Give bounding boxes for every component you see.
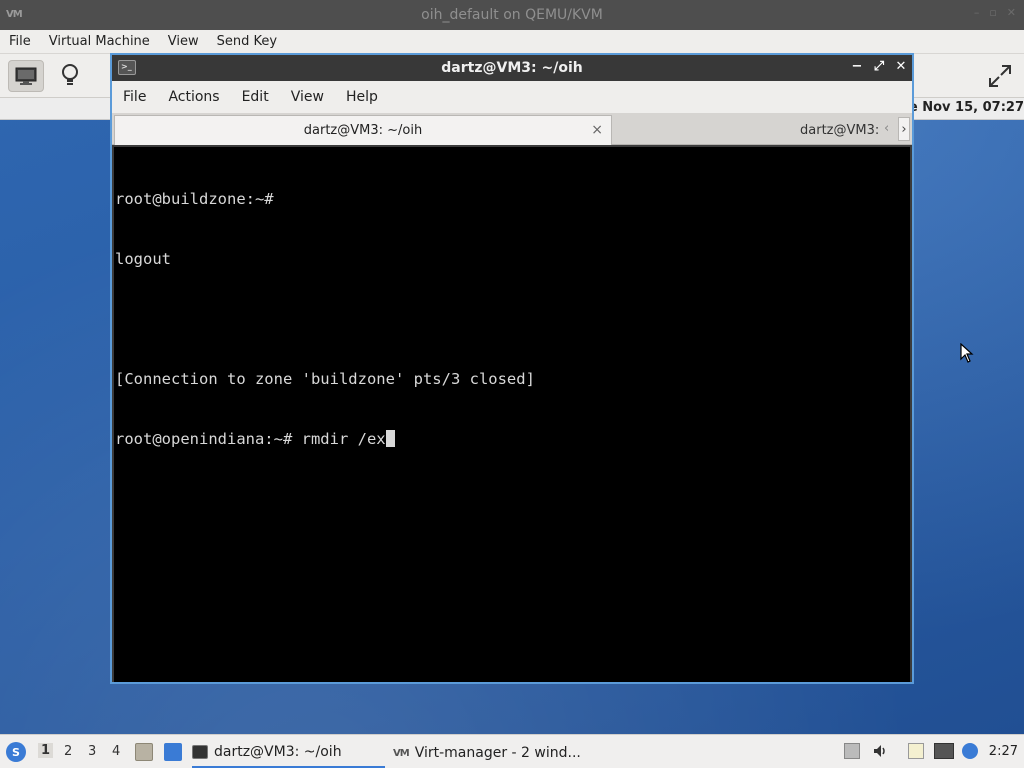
terminal-menubar: File Actions Edit View Help [112, 81, 912, 113]
details-view-button[interactable] [52, 60, 88, 92]
host-menu-file[interactable]: File [0, 34, 40, 49]
tab-close-icon[interactable]: × [591, 122, 603, 138]
clipboard-icon[interactable] [908, 743, 924, 759]
tab-label: dartz@VM3: ~/oih [800, 122, 880, 138]
maximize-icon[interactable]: ▫ [989, 6, 996, 19]
chevron-left-icon[interactable]: ‹ [884, 121, 889, 136]
terminal-icon [192, 745, 208, 759]
close-icon[interactable]: ✕ [1007, 6, 1016, 19]
minimize-icon[interactable]: − [850, 60, 864, 74]
task-terminal[interactable]: dartz@VM3: ~/oih [192, 738, 385, 768]
taskbar-clock: 2:27 [988, 744, 1018, 759]
task-label: dartz@VM3: ~/oih [214, 744, 342, 760]
chevron-right-icon[interactable]: › [898, 117, 910, 141]
host-window-title: oih_default on QEMU/KVM [421, 7, 603, 23]
workspace-4[interactable]: 4 [112, 744, 120, 759]
notification-icon[interactable] [844, 743, 860, 759]
terminal-line: logout [115, 250, 171, 268]
close-icon[interactable]: ✕ [894, 60, 908, 74]
maximize-icon[interactable]: ⤢ [872, 60, 886, 74]
console-view-button[interactable] [8, 60, 44, 92]
terminal-menu-edit[interactable]: Edit [231, 89, 280, 105]
text-cursor [385, 430, 395, 447]
virt-manager-logo-icon: VM [6, 9, 23, 20]
terminal-line: root@buildzone:~# [115, 190, 274, 208]
terminal-menu-view[interactable]: View [280, 89, 335, 105]
host-menubar: File Virtual Machine View Send Key [0, 30, 1024, 54]
workspace-3[interactable]: 3 [88, 744, 96, 759]
workspace-2[interactable]: 2 [64, 744, 72, 759]
terminal-current-command: root@openindiana:~# rmdir /ex [115, 430, 386, 448]
guest-panel-clock: e Nov 15, 07:27 [908, 100, 1024, 115]
terminal-line: [Connection to zone 'buildzone' pts/3 cl… [115, 370, 535, 388]
host-menu-view[interactable]: View [159, 34, 208, 49]
fullscreen-button[interactable] [982, 60, 1018, 92]
volume-icon[interactable] [872, 743, 888, 759]
task-label: Virt-manager - 2 wind... [414, 745, 581, 761]
host-titlebar: VM oih_default on QEMU/KVM – ▫ ✕ [0, 0, 1024, 30]
host-menu-send-key[interactable]: Send Key [208, 34, 286, 49]
terminal-tab-active[interactable]: dartz@VM3: ~/oih × [114, 115, 612, 145]
fullscreen-icon [989, 65, 1011, 87]
network-icon[interactable] [934, 743, 954, 759]
terminal-menu-help[interactable]: Help [335, 89, 389, 105]
task-virt-manager[interactable]: VM Virt-manager - 2 wind... [393, 738, 593, 768]
show-desktop-icon[interactable] [164, 743, 182, 761]
host-menu-virtual-machine[interactable]: Virtual Machine [40, 34, 159, 49]
start-menu-icon[interactable]: S [6, 742, 26, 762]
minimize-icon[interactable]: – [974, 6, 980, 19]
monitor-icon [15, 67, 37, 85]
terminal-output[interactable]: root@buildzone:~# logout [Connection to … [114, 147, 910, 682]
workspace-1[interactable]: 1 [38, 743, 54, 758]
tab-label: dartz@VM3: ~/oih [303, 123, 423, 138]
terminal-window: >_ dartz@VM3: ~/oih − ⤢ ✕ File Actions E… [110, 53, 914, 684]
terminal-titlebar[interactable]: >_ dartz@VM3: ~/oih − ⤢ ✕ [112, 55, 912, 81]
terminal-app-icon: >_ [118, 60, 136, 75]
terminal-prompt-line: root@openindiana:~# rmdir /ex [115, 429, 910, 449]
terminal-tab-inactive[interactable]: dartz@VM3: ~/oih [614, 115, 884, 145]
updates-icon[interactable] [962, 743, 978, 759]
host-window-controls: – ▫ ✕ [974, 6, 1016, 19]
virt-manager-icon: VM [393, 747, 410, 759]
mouse-pointer-icon [960, 343, 974, 363]
terminal-window-title: dartz@VM3: ~/oih [441, 60, 583, 76]
terminal-tab-bar: dartz@VM3: ~/oih × dartz@VM3: ~/oih ‹ › [112, 113, 912, 145]
terminal-menu-actions[interactable]: Actions [157, 89, 230, 105]
terminal-window-controls: − ⤢ ✕ [850, 60, 908, 74]
lightbulb-icon [62, 64, 78, 85]
file-manager-icon[interactable] [135, 743, 153, 761]
guest-taskbar: S 1 2 3 4 dartz@VM3: ~/oih VM Virt-manag… [0, 734, 1024, 768]
terminal-menu-file[interactable]: File [112, 89, 157, 105]
